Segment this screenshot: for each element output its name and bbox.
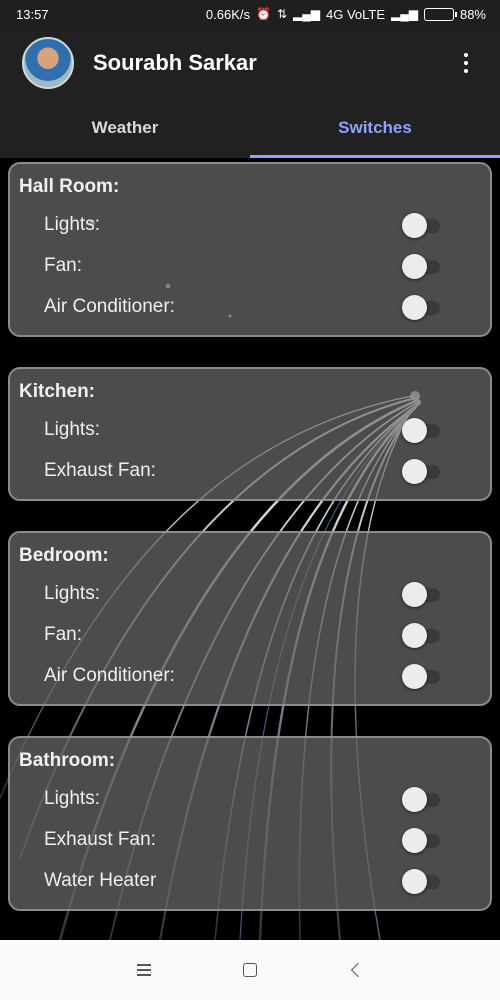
switch-row: Lights: xyxy=(10,204,490,245)
network-speed: 0.66K/s xyxy=(205,6,250,22)
room-card: Bedroom: Lights: Fan: Air Conditioner: xyxy=(8,531,492,706)
tab-bar: Weather Switches xyxy=(0,98,500,158)
switch-label: Fan: xyxy=(44,254,83,276)
room-cards: Hall Room: Lights: Fan: Air Conditioner: Kit… xyxy=(0,158,500,911)
alarm-off-icon: ⏰ xyxy=(256,7,271,21)
toggle-switch[interactable] xyxy=(402,253,442,279)
switches-panel: Hall Room: Lights: Fan: Air Conditioner: Kit… xyxy=(0,158,500,940)
switch-label: Air Conditioner: xyxy=(44,664,175,686)
switch-label: Exhaust Fan: xyxy=(44,459,156,481)
switch-label: Lights: xyxy=(44,418,100,440)
room-title: Bedroom: xyxy=(19,545,109,566)
tab-weather[interactable]: Weather xyxy=(0,98,250,158)
room-title: Hall Room: xyxy=(19,176,120,197)
switch-row: Fan: xyxy=(10,245,490,286)
switch-row: Lights: xyxy=(10,573,490,614)
data-arrows-icon: ⇅ xyxy=(276,7,288,21)
toggle-switch[interactable] xyxy=(402,868,442,894)
switch-row: Exhaust Fan: xyxy=(10,450,490,491)
toggle-switch[interactable] xyxy=(402,786,442,812)
toggle-switch[interactable] xyxy=(402,827,442,853)
battery-icon xyxy=(423,7,457,21)
switch-row: Water Heater xyxy=(10,860,490,901)
app-bar: Sourabh Sarkar xyxy=(0,28,500,98)
switch-row: Fan: xyxy=(10,614,490,655)
toggle-switch[interactable] xyxy=(402,458,442,484)
toggle-switch[interactable] xyxy=(402,663,442,689)
status-bar: 13:57 0.66K/s ⏰ ⇅ ▂▄▆ 4G VoLTE ▂▄▆ 88% xyxy=(0,0,500,28)
switch-label: Air Conditioner: xyxy=(44,295,175,317)
more-vert-icon[interactable] xyxy=(454,49,478,77)
home-icon[interactable] xyxy=(237,957,263,983)
battery-percent: 88% xyxy=(459,6,486,22)
toggle-switch[interactable] xyxy=(402,622,442,648)
switch-row: Exhaust Fan: xyxy=(10,819,490,860)
switch-label: Exhaust Fan: xyxy=(44,828,156,850)
room-card: Bathroom: Lights: Exhaust Fan: Water Heater xyxy=(8,736,492,911)
status-time: 13:57 xyxy=(16,6,49,22)
switch-row: Air Conditioner: xyxy=(10,286,490,327)
toggle-switch[interactable] xyxy=(402,581,442,607)
network-type: 4G VoLTE xyxy=(325,6,385,22)
system-nav-bar xyxy=(0,940,500,1000)
tab-switches[interactable]: Switches xyxy=(250,98,500,158)
switch-label: Lights: xyxy=(44,213,100,235)
switch-row: Lights: xyxy=(10,778,490,819)
signal-icon: ▂▄▆ xyxy=(293,7,320,21)
switch-label: Water Heater xyxy=(44,869,157,891)
signal-icon-2: ▂▄▆ xyxy=(391,7,418,21)
switch-label: Lights: xyxy=(44,787,100,809)
page-title: Sourabh Sarkar xyxy=(93,50,257,75)
toggle-switch[interactable] xyxy=(402,212,442,238)
toggle-switch[interactable] xyxy=(402,294,442,320)
switch-row: Air Conditioner: xyxy=(10,655,490,696)
toggle-switch[interactable] xyxy=(402,417,442,443)
status-indicators: 0.66K/s ⏰ ⇅ ▂▄▆ 4G VoLTE ▂▄▆ 88% xyxy=(206,7,486,22)
back-icon[interactable] xyxy=(343,957,369,983)
switch-label: Fan: xyxy=(44,623,83,645)
avatar[interactable] xyxy=(22,37,74,89)
menu-icon[interactable] xyxy=(131,957,157,983)
room-title: Bathroom: xyxy=(19,750,116,771)
room-title: Kitchen: xyxy=(19,381,95,402)
room-card: Hall Room: Lights: Fan: Air Conditioner: xyxy=(8,162,492,337)
room-card: Kitchen: Lights: Exhaust Fan: xyxy=(8,367,492,501)
switch-row: Lights: xyxy=(10,409,490,450)
switch-label: Lights: xyxy=(44,582,100,604)
